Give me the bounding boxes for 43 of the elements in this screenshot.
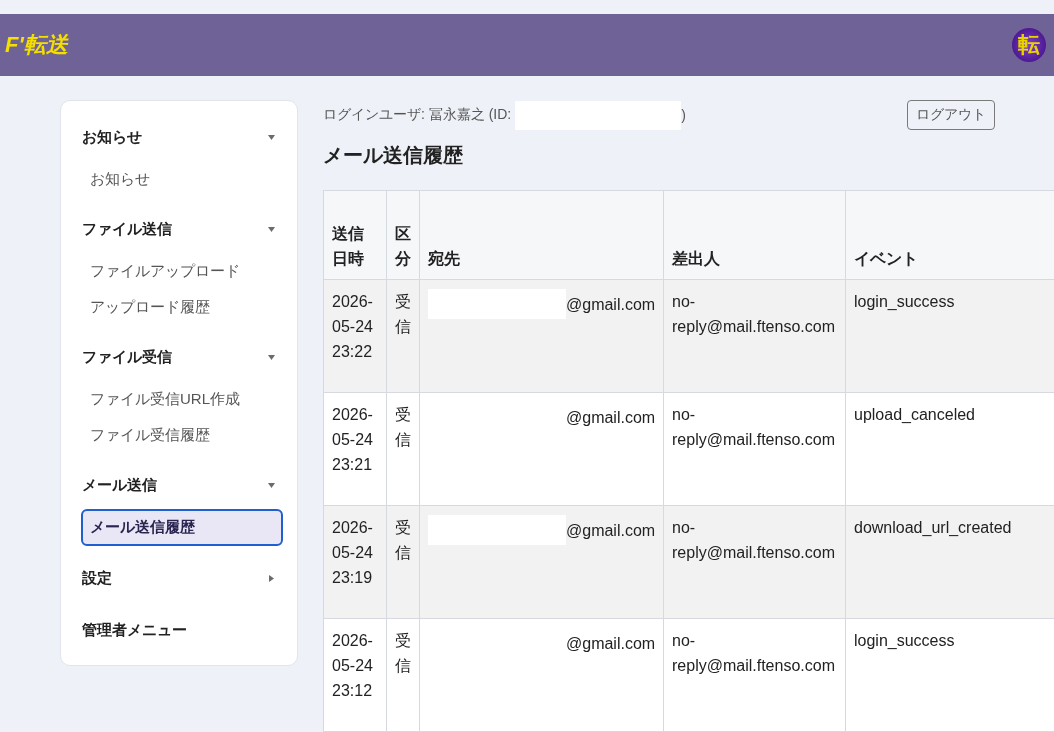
table-header-cell: 送信日時 [323, 190, 387, 280]
sidebar-link[interactable]: 管理者メニュー [81, 610, 283, 650]
table-cell: 受信 [386, 618, 420, 732]
table-cell: no-reply@mail.ftenso.com [663, 618, 846, 732]
menu-group-toggle[interactable]: お知らせ [81, 117, 283, 157]
logout-button[interactable]: ログアウト [907, 100, 995, 130]
app-logo: F'転送 [5, 31, 68, 59]
sidebar-item[interactable]: アップロード履歴 [81, 289, 283, 325]
table-cell: no-reply@mail.ftenso.com [663, 279, 846, 393]
table-cell: no-reply@mail.ftenso.com [663, 392, 846, 506]
closing-paren-text: ) [681, 107, 686, 123]
table-cell: 受信 [386, 279, 420, 393]
login-user-text: ログインユーザ: 冨永嘉之 (ID: [323, 106, 512, 124]
sidebar-item[interactable]: メール送信履歴 [81, 509, 283, 546]
menu-group-toggle[interactable]: メール送信 [81, 465, 283, 505]
table-cell: download_url_created [845, 505, 1054, 619]
table-cell: login_success [845, 618, 1054, 732]
table-cell: login_success [845, 279, 1054, 393]
table-cell: 受信 [386, 505, 420, 619]
email-text: @gmail.com [566, 407, 656, 428]
email-text: @gmail.com [566, 633, 656, 654]
table-cell: no-reply@mail.ftenso.com [663, 505, 846, 619]
menu-group-toggle[interactable]: 設定 [81, 558, 283, 598]
table-cell: 受信 [386, 392, 420, 506]
user-avatar[interactable]: 転 [1012, 28, 1046, 62]
table-header-cell: 宛先 [419, 190, 664, 280]
menu-group-toggle[interactable]: ファイル受信 [81, 337, 283, 377]
table-header-cell: イベント [845, 190, 1054, 280]
table-cell: upload_canceled [845, 392, 1054, 506]
table-header-cell: 差出人 [663, 190, 846, 280]
table-cell: 2026-05-24 23:22 [323, 279, 387, 393]
email-text: @gmail.com [566, 520, 656, 541]
sidebar-item[interactable]: ファイルアップロード [81, 253, 283, 289]
table-cell: 2026-05-24 23:21 [323, 392, 387, 506]
table-cell: 2026-05-24 23:19 [323, 505, 387, 619]
menu-group-toggle[interactable]: ファイル送信 [81, 209, 283, 249]
email-text: @gmail.com [566, 294, 656, 315]
sidebar-item[interactable]: ファイル受信URL作成 [81, 381, 283, 417]
table-header-cell: 区分 [386, 190, 420, 280]
sidebar-item[interactable]: お知らせ [81, 161, 283, 197]
table-cell: 2026-05-24 23:12 [323, 618, 387, 732]
page-title: メール送信履歴 [323, 143, 464, 168]
sidebar-item[interactable]: ファイル受信履歴 [81, 417, 283, 453]
